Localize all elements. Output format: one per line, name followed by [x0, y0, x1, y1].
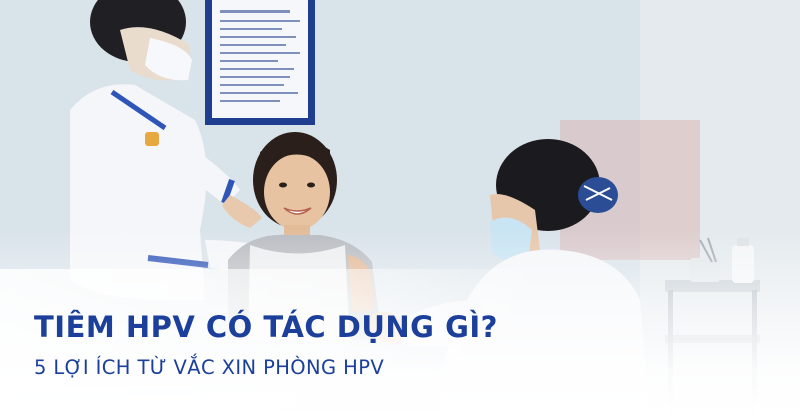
hpv-banner: TIÊM HPV CÓ TÁC DỤNG GÌ? 5 LỢI ÍCH TỪ VẮ…	[0, 0, 800, 419]
hair-scrunchie	[578, 177, 618, 213]
text-backdrop	[0, 269, 560, 419]
poster	[205, 0, 315, 125]
headline: TIÊM HPV CÓ TÁC DỤNG GÌ?	[34, 310, 498, 344]
subheadline: 5 LỢI ÍCH TỪ VẮC XIN PHÒNG HPV	[34, 356, 385, 379]
